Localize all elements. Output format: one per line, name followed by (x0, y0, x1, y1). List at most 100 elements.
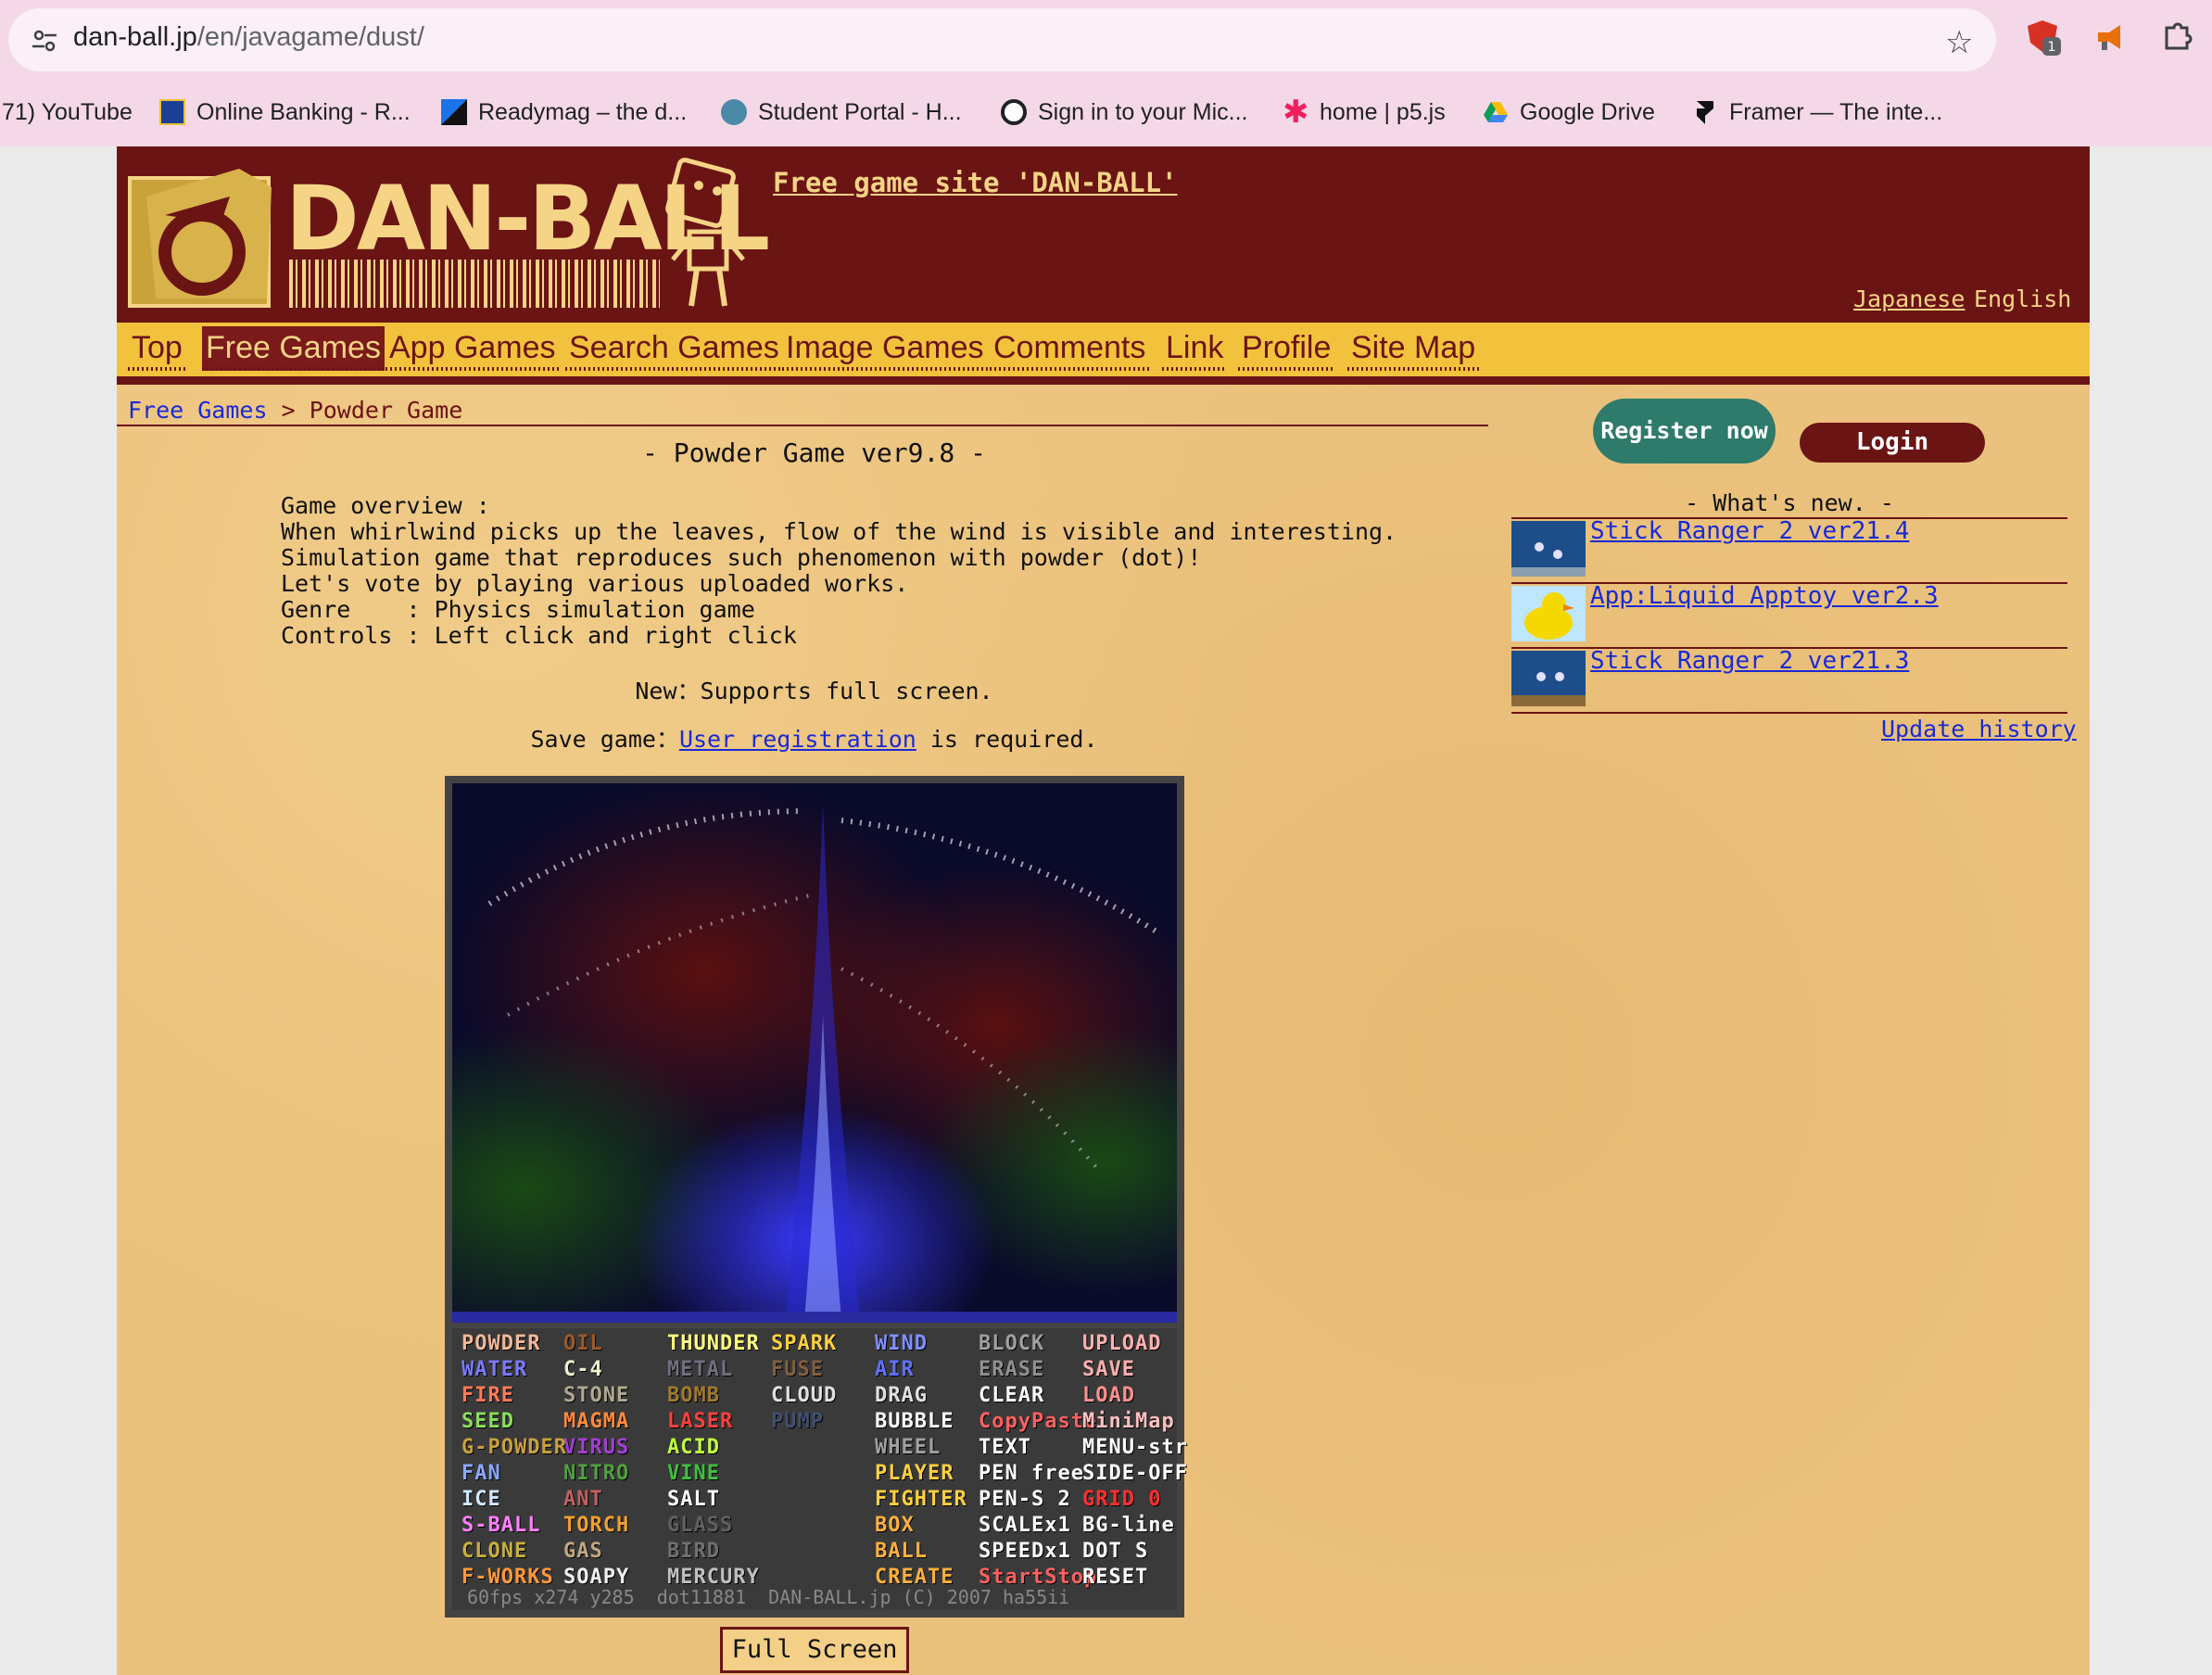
lang-japanese-link[interactable]: Japanese (1853, 286, 1965, 312)
game-menu-item[interactable]: BOMB (667, 1384, 720, 1408)
game-menu-item[interactable]: DOT S (1082, 1540, 1148, 1564)
game-menu-item[interactable]: ICE (461, 1488, 501, 1512)
url-text[interactable]: dan-ball.jp/en/javagame/dust/ (73, 22, 424, 53)
extensions-puzzle-icon[interactable] (2159, 19, 2196, 56)
game-menu-item[interactable]: SPEEDx1 (979, 1540, 1071, 1564)
game-menu-item[interactable]: STONE (563, 1384, 629, 1408)
game-menu-item[interactable]: DRAG (875, 1384, 928, 1408)
nav-free-games[interactable]: Free Games (202, 326, 385, 371)
game-menu-item[interactable]: THUNDER (667, 1332, 760, 1356)
game-menu-item[interactable]: LASER (667, 1410, 733, 1434)
dan-ball-logo-icon[interactable] (128, 159, 276, 308)
game-menu-item[interactable]: SIDE-OFF (1082, 1462, 1188, 1486)
site-header: DAN-BALL Free game site 'DAN-BALL' Japan… (117, 146, 2090, 323)
register-button[interactable]: Register now (1593, 399, 1776, 463)
nav-search-games[interactable]: Search Games (565, 326, 783, 371)
game-menu-item[interactable]: BOX (875, 1514, 915, 1538)
game-menu-item[interactable]: METAL (667, 1358, 733, 1382)
game-menu-item[interactable]: VINE (667, 1462, 720, 1486)
nav-top[interactable]: Top (128, 326, 186, 371)
game-menu-item[interactable]: ACID (667, 1436, 720, 1460)
game-menu-item[interactable]: BLOCK (979, 1332, 1044, 1356)
game-menu-item[interactable]: GRID 0 (1082, 1488, 1161, 1512)
nav-site-map[interactable]: Site Map (1347, 326, 1480, 371)
game-menu-item[interactable]: C-4 (563, 1358, 603, 1382)
game-menu-item[interactable]: MAGMA (563, 1410, 629, 1434)
powder-game-canvas[interactable] (452, 783, 1177, 1323)
game-menu-item[interactable]: WIND (875, 1332, 928, 1356)
game-menu-item[interactable]: SCALEx1 (979, 1514, 1071, 1538)
site-title-link[interactable]: Free game site 'DAN-BALL' (773, 167, 1178, 198)
nav-comments[interactable]: Comments (990, 326, 1150, 371)
game-menu-item[interactable]: POWDER (461, 1332, 540, 1356)
news-item-link[interactable]: App:Liquid Apptoy ver2.3 (1590, 582, 1939, 610)
game-menu-item[interactable]: GLASS (667, 1514, 733, 1538)
game-menu-item[interactable]: PUMP (771, 1410, 824, 1434)
game-menu-item[interactable]: AIR (875, 1358, 915, 1382)
game-menu-item[interactable]: PLAYER (875, 1462, 954, 1486)
full-screen-button[interactable]: Full Screen (720, 1627, 909, 1673)
game-menu-item[interactable]: SEED (461, 1410, 514, 1434)
game-menu-item[interactable]: BALL (875, 1540, 928, 1564)
address-bar[interactable]: dan-ball.jp/en/javagame/dust/ ☆ (8, 8, 1996, 71)
game-menu-item[interactable]: LOAD (1082, 1384, 1135, 1408)
nav-link[interactable]: Link (1162, 326, 1228, 371)
game-menu-item[interactable]: BIRD (667, 1540, 720, 1564)
news-item-link[interactable]: Stick Ranger 2 ver21.3 (1590, 647, 1909, 675)
site-settings-icon[interactable] (31, 27, 58, 55)
game-menu-item[interactable]: SAVE (1082, 1358, 1135, 1382)
game-menu-item[interactable]: WATER (461, 1358, 527, 1382)
extension-adblock-icon[interactable]: 1 (2024, 19, 2061, 56)
game-menu-item[interactable]: MENU-str (1082, 1436, 1188, 1460)
game-menu-item[interactable]: BUBBLE (875, 1410, 954, 1434)
game-menu-item[interactable]: UPLOAD (1082, 1332, 1161, 1356)
game-menu-item[interactable]: CLEAR (979, 1384, 1044, 1408)
game-menu-item[interactable]: BG-line (1082, 1514, 1175, 1538)
game-menu-item[interactable]: G-POWDER (461, 1436, 567, 1460)
user-registration-link[interactable]: User registration (679, 726, 916, 753)
news-item-link[interactable]: Stick Ranger 2 ver21.4 (1590, 517, 1909, 545)
game-menu-item[interactable]: S-BALL (461, 1514, 540, 1538)
game-menu-item[interactable]: CLONE (461, 1540, 527, 1564)
game-menu-item[interactable]: WHEEL (875, 1436, 941, 1460)
game-menu-item[interactable]: PEN-S 2 (979, 1488, 1071, 1512)
bookmark-online-banking[interactable]: Online Banking - R... (159, 96, 411, 128)
game-menu-item[interactable]: SALT (667, 1488, 720, 1512)
game-menu-item[interactable]: SPARK (771, 1332, 837, 1356)
bookmark-readymag[interactable]: Readymag – the d... (441, 96, 687, 128)
divider (117, 425, 1488, 426)
update-history-link[interactable]: Update history (1881, 716, 2077, 742)
bookmark-youtube[interactable]: 71) YouTube (2, 96, 133, 128)
game-menu-item[interactable]: OIL (563, 1332, 603, 1356)
bookmark-label: 71) YouTube (2, 98, 133, 125)
bookmark-star-icon[interactable]: ☆ (1945, 27, 1973, 58)
nav-image-games[interactable]: Image Games (782, 326, 988, 371)
game-menu-item[interactable]: FUSE (771, 1358, 824, 1382)
game-menu-item[interactable]: TORCH (563, 1514, 629, 1538)
game-menu-item[interactable]: MiniMap (1082, 1410, 1175, 1434)
bookmark-p5js[interactable]: ✱ home | p5.js (1283, 96, 1446, 128)
bookmark-google-drive[interactable]: Google Drive (1483, 96, 1655, 128)
game-menu-item[interactable]: FIRE (461, 1384, 514, 1408)
nav-profile[interactable]: Profile (1238, 326, 1335, 371)
megaphone-icon[interactable] (2092, 19, 2130, 56)
game-menu-item[interactable]: FAN (461, 1462, 501, 1486)
bookmark-framer[interactable]: Framer — The inte... (1692, 96, 1942, 128)
game-menu-item[interactable]: NITRO (563, 1462, 629, 1486)
login-button[interactable]: Login (1800, 423, 1985, 463)
game-menu-item[interactable]: TEXT (979, 1436, 1031, 1460)
game-menu-item[interactable]: PEN free (979, 1462, 1084, 1486)
game-menu-item[interactable]: ERASE (979, 1358, 1044, 1382)
game-menu-item[interactable]: CopyPaste (979, 1410, 1097, 1434)
nav-app-games[interactable]: App Games (386, 326, 560, 371)
bookmark-sign-in[interactable]: Sign in to your Mic... (1001, 96, 1247, 128)
game-menu-item[interactable]: FIGHTER (875, 1488, 967, 1512)
game-menu-item[interactable]: GAS (563, 1540, 603, 1564)
bookmark-student-portal[interactable]: Student Portal - H... (721, 96, 962, 128)
game-menu-item[interactable]: CLOUD (771, 1384, 837, 1408)
game-menu-item[interactable]: VIRUS (563, 1436, 629, 1460)
browser-chrome: dan-ball.jp/en/javagame/dust/ ☆ 1 71) Yo… (0, 0, 2212, 146)
breadcrumb-free-games[interactable]: Free Games (128, 397, 268, 424)
game-menu-item[interactable]: ANT (563, 1488, 603, 1512)
game-menu-item[interactable]: RESET (1082, 1566, 1148, 1590)
